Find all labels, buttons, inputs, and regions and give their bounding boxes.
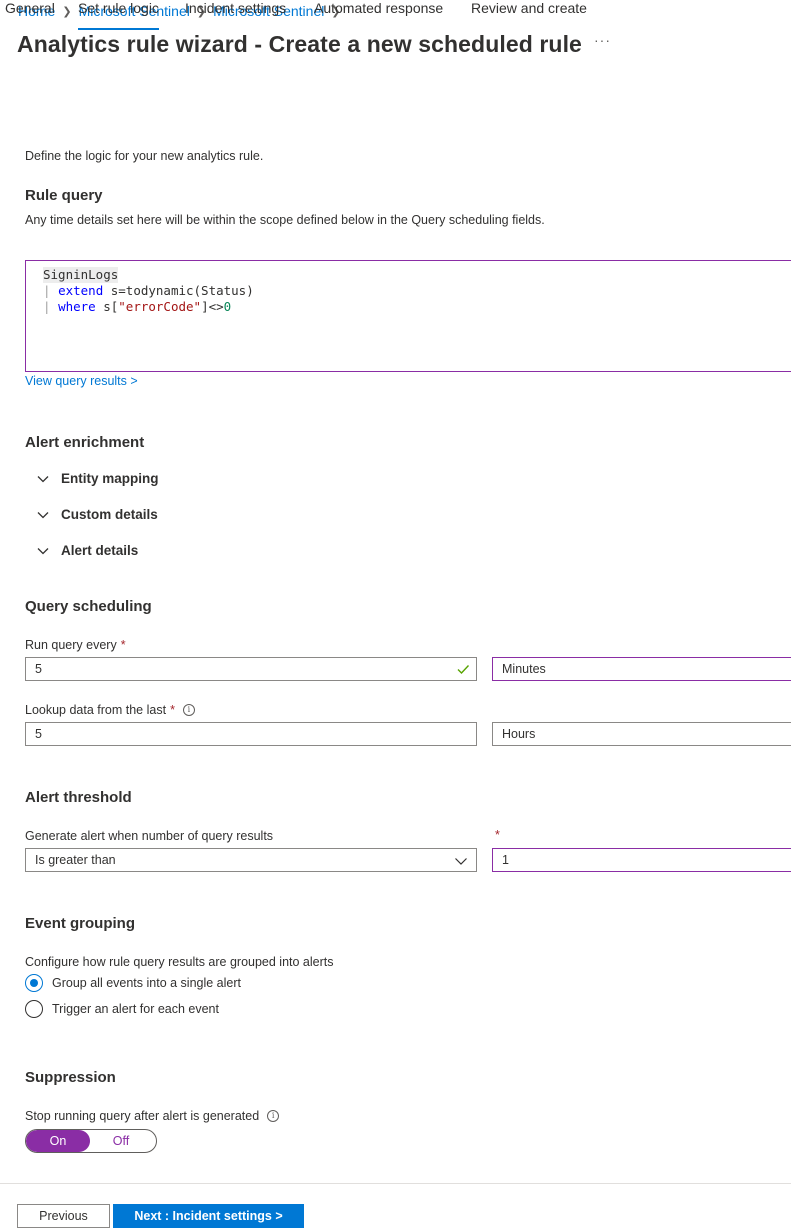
dropdown-value: Is greater than bbox=[35, 853, 116, 867]
radio-label: Group all events into a single alert bbox=[52, 976, 241, 990]
run-query-every-label: Run query every * bbox=[25, 638, 126, 652]
chevron-right-icon: ❯ bbox=[62, 5, 72, 18]
label-text: Lookup data from the last bbox=[25, 703, 167, 717]
rule-query-desc: Any time details set here will be within… bbox=[25, 213, 545, 227]
next-incident-settings-button[interactable]: Next : Incident settings > bbox=[113, 1204, 304, 1228]
previous-button[interactable]: Previous bbox=[17, 1204, 110, 1228]
event-grouping-desc: Configure how rule query results are gro… bbox=[25, 955, 334, 969]
generate-alert-label: Generate alert when number of query resu… bbox=[25, 829, 274, 843]
run-query-every-input[interactable]: 5 bbox=[25, 657, 477, 681]
query-line-1: SigninLogs bbox=[43, 267, 119, 283]
tab-review-and-create[interactable]: Review and create bbox=[471, 0, 587, 30]
required-mark: * bbox=[495, 828, 500, 842]
intro-text: Define the logic for your new analytics … bbox=[25, 149, 264, 163]
chevron-down-icon bbox=[37, 547, 49, 554]
alert-enrichment-title: Alert enrichment bbox=[25, 434, 145, 451]
query-string: "errorCode" bbox=[118, 299, 202, 314]
run-query-unit-select[interactable]: Minutes bbox=[492, 657, 791, 681]
view-query-results-link[interactable]: View query results > bbox=[25, 374, 138, 388]
query-keyword-where: where bbox=[58, 299, 96, 314]
chevron-down-icon bbox=[455, 858, 467, 865]
required-mark: * bbox=[120, 638, 126, 652]
radio-selected[interactable] bbox=[25, 974, 43, 992]
radio-label: Trigger an alert for each event bbox=[52, 1002, 219, 1016]
chevron-down-icon bbox=[37, 511, 49, 518]
event-grouping-title: Event grouping bbox=[25, 915, 135, 932]
label-text: Run query every bbox=[25, 638, 117, 652]
threshold-required-label: * bbox=[492, 828, 500, 842]
radio-alert-each-event[interactable]: Trigger an alert for each event bbox=[25, 1000, 219, 1018]
info-icon[interactable]: i bbox=[182, 704, 195, 716]
required-mark: * bbox=[170, 703, 175, 717]
query-keyword-extend: extend bbox=[58, 283, 104, 298]
query-line-3-b: ]<> bbox=[201, 299, 224, 314]
query-line-2: | extend s=todynamic(Status) bbox=[43, 283, 254, 299]
info-icon[interactable]: i bbox=[267, 1110, 280, 1122]
select-value: Minutes bbox=[502, 662, 546, 676]
lookup-unit-select[interactable]: Hours bbox=[492, 722, 791, 746]
suppression-title: Suppression bbox=[25, 1069, 116, 1086]
rule-query-title: Rule query bbox=[25, 187, 103, 204]
page-title: Analytics rule wizard - Create a new sch… bbox=[17, 31, 582, 57]
query-editor[interactable]: SigninLogs | extend s=todynamic(Status) … bbox=[25, 260, 791, 372]
input-value: 1 bbox=[502, 853, 509, 867]
footer-divider bbox=[0, 1183, 791, 1184]
query-pipe: | bbox=[43, 299, 51, 314]
query-line-2-rest: s=todynamic(Status) bbox=[103, 283, 254, 298]
radio-group-single-alert[interactable]: Group all events into a single alert bbox=[25, 974, 241, 992]
radio-unselected[interactable] bbox=[25, 1000, 43, 1018]
accordion-entity-mapping[interactable]: Entity mapping bbox=[36, 471, 159, 486]
select-value: Hours bbox=[502, 727, 536, 741]
query-scheduling-title: Query scheduling bbox=[25, 598, 152, 615]
query-pipe: | bbox=[43, 283, 51, 298]
stop-running-label: Stop running query after alert is genera… bbox=[25, 1109, 280, 1123]
more-options-icon[interactable]: ··· bbox=[594, 32, 611, 48]
suppression-toggle[interactable]: On Off bbox=[25, 1129, 157, 1153]
query-line-3: | where s["errorCode"]<>0 bbox=[43, 299, 231, 315]
breadcrumb: Home ❯ Microsoft Sentinel ❯ Microsoft Se… bbox=[18, 3, 348, 19]
accordion-custom-details[interactable]: Custom details bbox=[36, 507, 158, 522]
label-text: Stop running query after alert is genera… bbox=[25, 1109, 260, 1123]
threshold-value-input[interactable]: 1 bbox=[492, 848, 791, 872]
query-number: 0 bbox=[223, 299, 232, 314]
threshold-operator-dropdown[interactable]: Is greater than bbox=[25, 848, 477, 872]
accordion-label: Alert details bbox=[61, 543, 139, 558]
tab-general[interactable]: General bbox=[5, 0, 55, 30]
alert-threshold-title: Alert threshold bbox=[25, 789, 132, 806]
tab-automated-response[interactable]: Automated response bbox=[314, 0, 443, 30]
query-line-3-a: s[ bbox=[95, 299, 119, 314]
input-value: 5 bbox=[35, 727, 42, 741]
tab-set-rule-logic[interactable]: Set rule logic bbox=[78, 0, 159, 30]
input-value: 5 bbox=[35, 662, 42, 676]
chevron-down-icon bbox=[37, 475, 49, 482]
lookup-data-input[interactable]: 5 bbox=[25, 722, 477, 746]
accordion-alert-details[interactable]: Alert details bbox=[36, 543, 138, 558]
accordion-label: Entity mapping bbox=[61, 471, 159, 486]
checkmark-icon bbox=[457, 665, 470, 675]
accordion-label: Custom details bbox=[61, 507, 158, 522]
toggle-off[interactable]: Off bbox=[90, 1130, 156, 1152]
tab-incident-settings[interactable]: Incident settings bbox=[185, 0, 286, 30]
lookup-data-label: Lookup data from the last * i bbox=[25, 703, 195, 717]
toggle-on[interactable]: On bbox=[26, 1130, 90, 1152]
